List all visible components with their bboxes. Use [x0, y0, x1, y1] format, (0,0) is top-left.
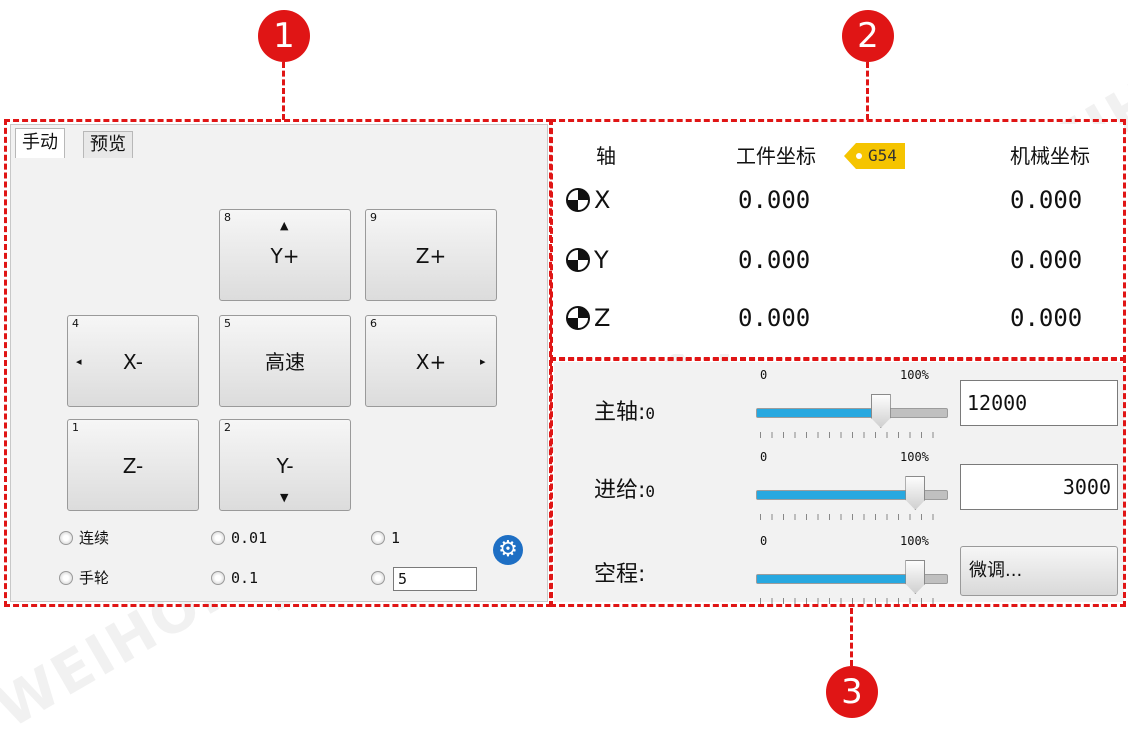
callout-3: 3	[826, 666, 878, 718]
callout-2: 2	[842, 10, 894, 62]
region-1-frame	[4, 119, 552, 607]
region-3-frame	[550, 357, 1126, 607]
callout-3-leader	[850, 608, 853, 666]
callout-1-leader	[282, 62, 285, 120]
callout-1: 1	[258, 10, 310, 62]
region-2-frame	[550, 119, 1126, 361]
callout-2-leader	[866, 62, 869, 120]
